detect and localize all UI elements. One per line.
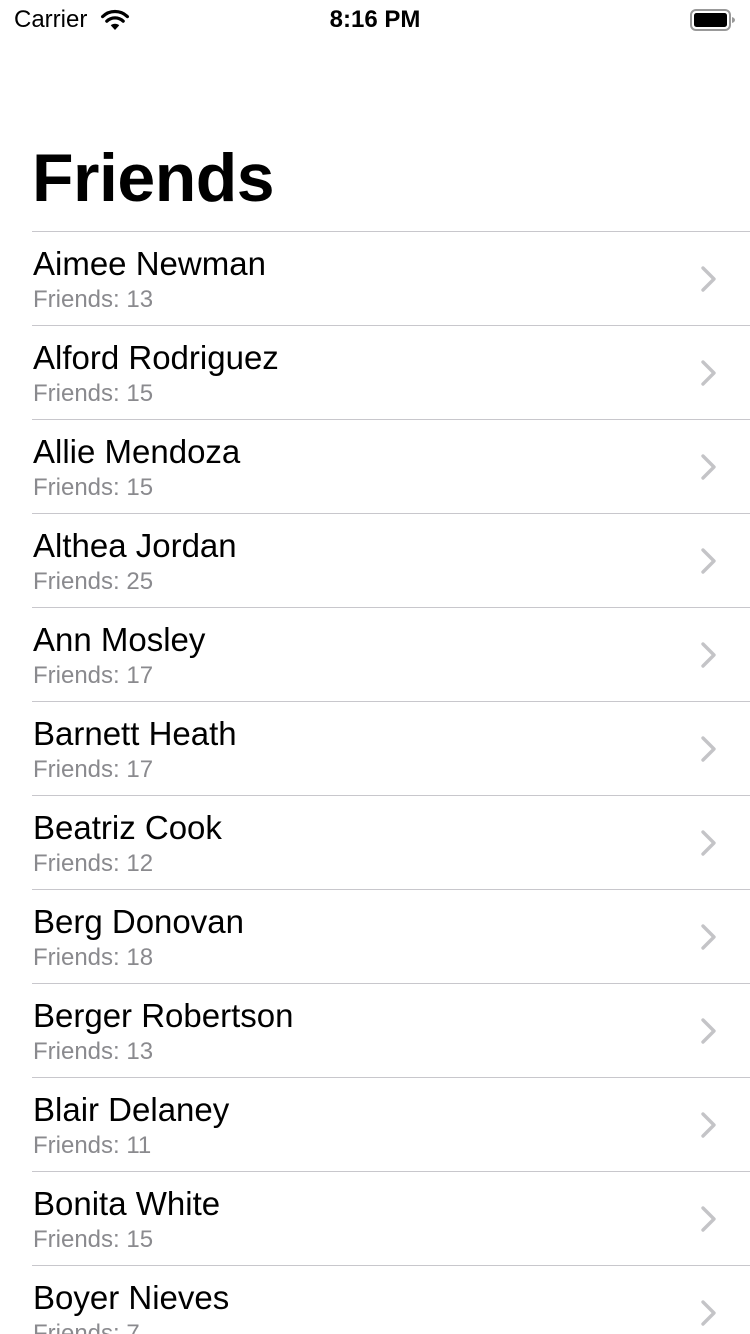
chevron-right-icon [701, 266, 716, 292]
friend-count: Friends: 25 [33, 568, 154, 595]
friend-row[interactable]: Althea Jordan Friends: 25 [32, 513, 750, 607]
friend-count: Friends: 17 [33, 756, 154, 783]
friend-name: Aimee Newman [33, 245, 266, 282]
friend-row[interactable]: Allie Mendoza Friends: 15 [32, 419, 750, 513]
friend-name: Boyer Nieves [33, 1279, 230, 1316]
chevron-right-icon [701, 1112, 716, 1138]
friend-count: Friends: 15 [33, 380, 154, 407]
friend-count: Friends: 15 [33, 474, 154, 501]
friend-name: Barnett Heath [33, 715, 237, 752]
friend-row[interactable]: Boyer Nieves Friends: 7 [32, 1265, 750, 1334]
chevron-right-icon [701, 830, 716, 856]
friend-name: Ann Mosley [33, 621, 206, 658]
friends-list: Aimee Newman Friends: 13 Alford Rodriguez F… [32, 231, 750, 1334]
chevron-right-icon [701, 924, 716, 950]
friend-row[interactable]: Bonita White Friends: 15 [32, 1171, 750, 1265]
friend-name: Alford Rodriguez [33, 339, 279, 376]
chevron-right-icon [701, 642, 716, 668]
status-time: 8:16 PM [329, 6, 421, 33]
friend-row[interactable]: Berger Robertson Friends: 13 [32, 983, 750, 1077]
chevron-right-icon [701, 736, 716, 762]
status-bar: Carrier 8:16 PM [0, 0, 750, 40]
friend-row[interactable]: Barnett Heath Friends: 17 [32, 701, 750, 795]
friend-row[interactable]: Alford Rodriguez Friends: 15 [32, 325, 750, 419]
chevron-right-icon [701, 1300, 716, 1326]
friend-row[interactable]: Blair Delaney Friends: 11 [32, 1077, 750, 1171]
friend-name: Althea Jordan [33, 527, 237, 564]
chevron-right-icon [701, 1018, 716, 1044]
chevron-right-icon [701, 454, 716, 480]
friend-name: Bonita White [33, 1185, 221, 1222]
friend-row[interactable]: Beatriz Cook Friends: 12 [32, 795, 750, 889]
friend-count: Friends: 15 [33, 1226, 154, 1253]
friend-name: Berger Robertson [33, 997, 294, 1034]
friend-count: Friends: 7 [33, 1320, 140, 1334]
friend-count: Friends: 13 [33, 286, 154, 313]
friend-name: Berg Donovan [33, 903, 244, 940]
page-title: Friends [32, 140, 275, 216]
friend-row[interactable]: Ann Mosley Friends: 17 [32, 607, 750, 701]
friend-row[interactable]: Berg Donovan Friends: 18 [32, 889, 750, 983]
chevron-right-icon [701, 548, 716, 574]
friend-count: Friends: 13 [33, 1038, 154, 1065]
screen: Carrier 8:16 PM Friends Aimee Newman Frie… [0, 0, 750, 1334]
friend-count: Friends: 11 [33, 1132, 152, 1159]
friend-name: Allie Mendoza [33, 433, 241, 470]
chevron-right-icon [701, 1206, 716, 1232]
friend-count: Friends: 17 [33, 662, 154, 689]
friend-count: Friends: 18 [33, 944, 154, 971]
battery-icon [690, 9, 735, 31]
friend-name: Beatriz Cook [33, 809, 222, 846]
friend-row[interactable]: Aimee Newman Friends: 13 [32, 231, 750, 325]
chevron-right-icon [701, 360, 716, 386]
friend-name: Blair Delaney [33, 1091, 230, 1128]
friend-count: Friends: 12 [33, 850, 154, 877]
